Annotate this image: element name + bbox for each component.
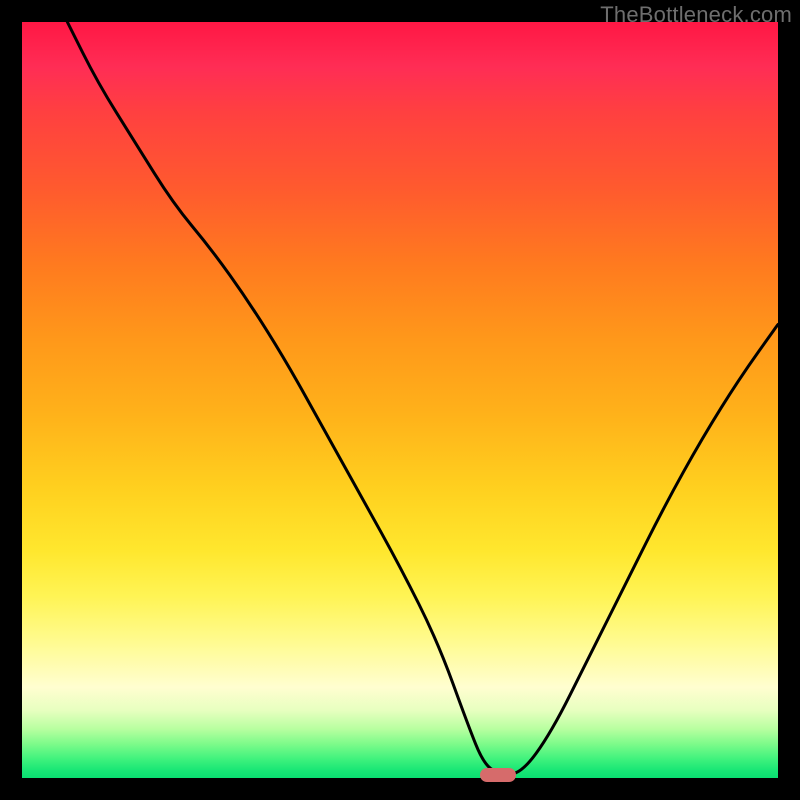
- bottleneck-curve: [22, 22, 778, 778]
- chart-frame: TheBottleneck.com: [0, 0, 800, 800]
- optimum-marker: [480, 768, 516, 782]
- plot-area: [22, 22, 778, 778]
- watermark-text: TheBottleneck.com: [600, 2, 792, 28]
